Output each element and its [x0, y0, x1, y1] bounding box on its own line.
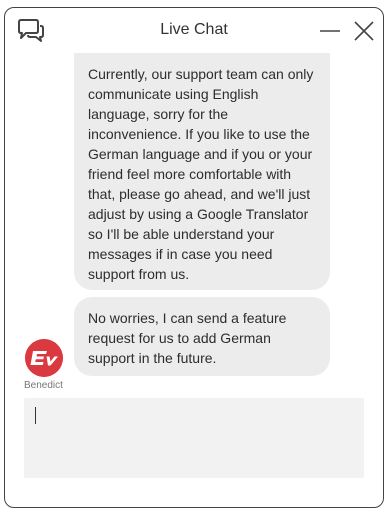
message-bubble: Currently, our support team can only com…	[74, 53, 330, 290]
avatar	[25, 339, 63, 377]
message-input[interactable]	[24, 398, 364, 478]
minimize-icon	[320, 30, 340, 32]
text-cursor	[35, 407, 36, 424]
message-bubble: No worries, I can send a feature request…	[74, 297, 330, 376]
expressvpn-logo-icon	[25, 339, 63, 377]
close-icon	[354, 21, 374, 41]
minimize-button[interactable]	[318, 20, 342, 42]
close-button[interactable]	[352, 19, 376, 43]
live-chat-window: Live Chat Currently, our support team ca…	[4, 7, 384, 508]
agent-name: Benedict	[24, 380, 63, 391]
chat-header: Live Chat	[5, 8, 383, 52]
